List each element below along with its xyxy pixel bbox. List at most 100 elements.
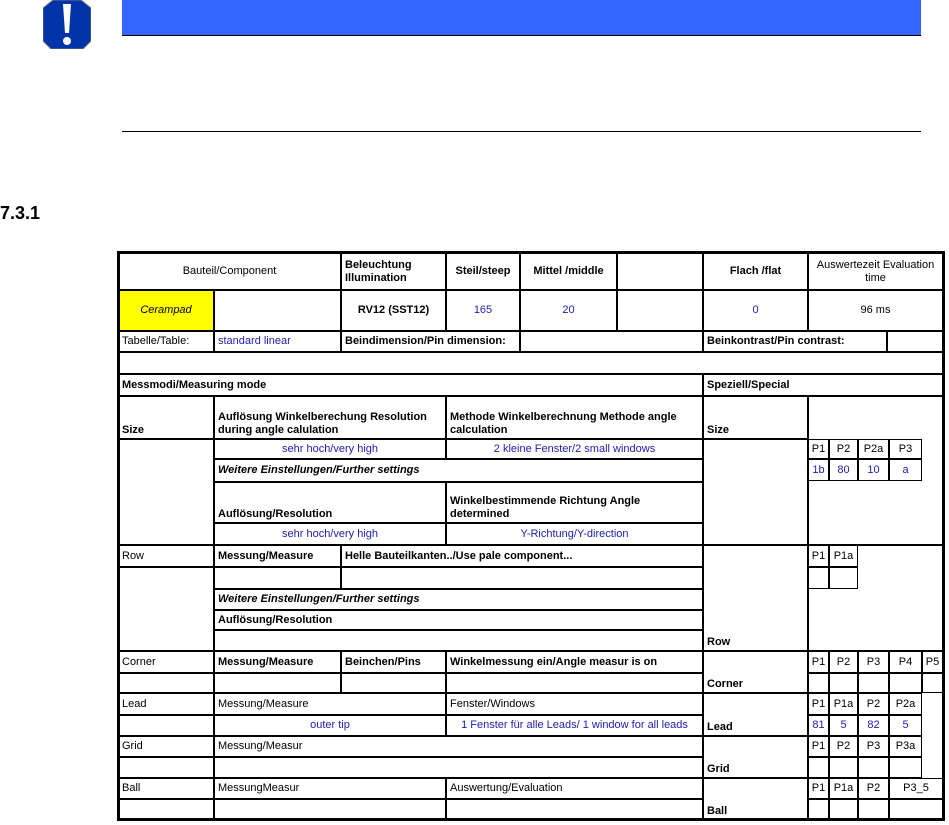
steep-value: 165 [446,290,520,331]
row-param-value [829,567,858,589]
value-empty [617,290,703,331]
corner-param-value [808,673,829,693]
lead-param-header: P1a [829,693,858,715]
lead-measure-value: outer tip [214,715,446,736]
table-value: standard linear [214,331,341,352]
grid-param-header: P1 [808,736,829,757]
header-steep: Steil/steep [446,253,520,290]
corner-param-header: P3 [858,651,889,673]
grid-measure-value [214,757,703,778]
grid-param-value [808,757,829,778]
header-illumination: Beleuchtung Illumination [341,253,446,290]
size-special-blank [703,439,808,545]
lead-windows-value: 1 Fenster für alle Leads/ 1 window for a… [446,715,703,736]
grid-param-value [889,757,922,778]
grid-param-value [858,757,889,778]
ball-param-header: P3_5 [889,778,943,799]
pin-contrast-label: Beinkontrast/Pin contrast: [703,331,887,352]
header-flat: Flach /flat [703,253,808,290]
flat-value: 0 [703,290,808,331]
ball-param-value [808,799,829,820]
row-measure-value [214,567,341,589]
row-further-settings: Weitere Einstellungen/Further settings [214,589,703,610]
row-resolution: Auflösung/Resolution [214,610,703,630]
ball-measure: MessungMeasur [214,778,446,799]
corner-param-value [858,673,889,693]
corner-param-value [889,673,922,693]
row-label: Row [118,545,214,567]
row-param-value [808,567,829,589]
component-extra [214,290,341,331]
corner-param-header: P2 [829,651,858,673]
size-resolution: Auflösung/Resolution [214,482,446,523]
size-label-blank [118,439,214,545]
section-heading: 7.3.1 [0,203,41,223]
middle-value: 20 [520,290,617,331]
size-angle-dir: Winkelbestimmende Richtung Angle determi… [446,482,703,523]
component-value: Cerampad [118,290,214,331]
lead-windows: Fenster/Windows [446,693,703,715]
size-param-header: P2a [858,439,889,459]
lead-param-header: P1 [808,693,829,715]
lead-param-value: 5 [829,715,858,736]
header-component: Bauteil/Component [118,253,341,290]
grid-label: Grid [118,736,214,757]
ball-param-value [829,799,858,820]
size-method-angle: Methode Winkelberechnung Methode angle c… [446,396,703,439]
size-param-header: P3 [889,439,922,459]
corner-special-label: Corner [703,651,808,693]
row-param-header: P1a [829,545,858,567]
row-label-blank [118,567,214,651]
corner-param-header: P1 [808,651,829,673]
pin-dimension-value [520,331,703,352]
ball-special-label: Ball [703,778,808,820]
corner-blank [118,673,214,693]
alert-divider [122,131,921,132]
lead-measure: Messung/Measure [214,693,446,715]
ball-param-value [858,799,889,820]
ball-evaluation-value [446,799,703,820]
exclamation-warning-icon [43,0,91,49]
corner-label: Corner [118,651,214,673]
lead-blank [118,715,214,736]
size-param-value: 80 [829,459,858,481]
size-param-value: 10 [858,459,889,481]
special-header: Speziell/Special [703,374,943,396]
corner-param-value [922,673,943,693]
corner-param-header: P4 [889,651,922,673]
table-label: Tabelle/Table: [118,331,214,352]
size-label: Size [118,396,214,439]
corner-pins-value [341,673,446,693]
lead-param-value: 82 [858,715,889,736]
lead-special-label: Lead [703,693,808,736]
header-middle: Mittel /middle [520,253,617,290]
row-measure: Messung/Measure [214,545,341,567]
ball-evaluation: Auswertung/Evaluation [446,778,703,799]
size-param-header: P1 [808,439,829,459]
pin-contrast-value [887,331,943,352]
lead-param-value: 5 [889,715,922,736]
corner-param-value [829,673,858,693]
grid-blank [118,757,214,778]
grid-param-header: P2 [829,736,858,757]
size-param-value: 1b [808,459,829,481]
row-resolution-value [214,630,703,651]
size-special-label: Size [703,396,808,439]
size-further-settings: Weitere Einstellungen/Further settings [214,459,703,482]
row-special-label: Row [703,545,808,651]
row-pale-value [341,567,703,589]
ball-param-header: P1a [829,778,858,799]
ball-param-value [889,799,943,820]
grid-special-label: Grid [703,736,808,778]
ball-blank [118,799,214,820]
grid-param-header: P3 [858,736,889,757]
measuring-mode-header: Messmodi/Measuring mode [118,374,703,396]
grid-param-value [829,757,858,778]
size-resolution-value: sehr hoch/very high [214,523,446,545]
ball-measure-value [214,799,446,820]
corner-pins: Beinchen/Pins [341,651,446,673]
lead-param-header: P2a [889,693,922,715]
size-param-value: a [889,459,922,481]
ball-label: Ball [118,778,214,799]
corner-measure-value [214,673,341,693]
